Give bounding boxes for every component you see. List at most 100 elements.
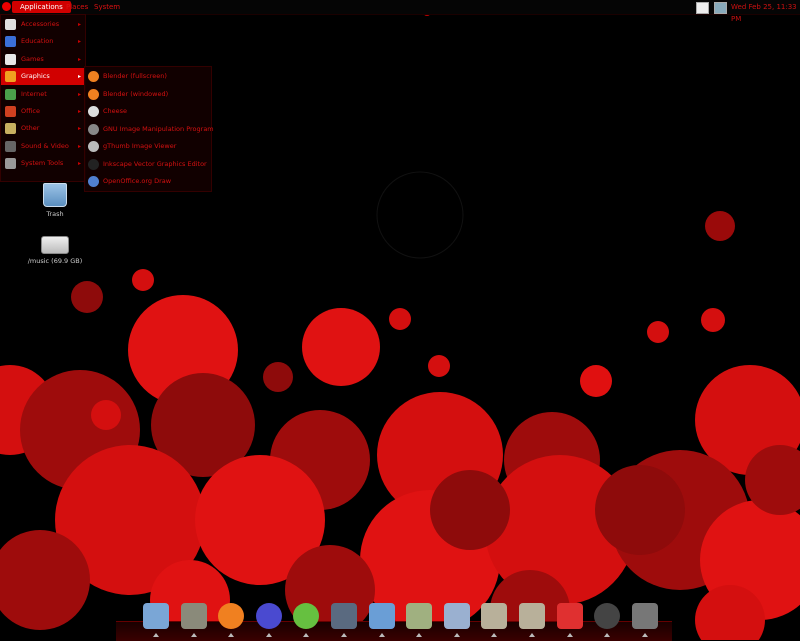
dock-running-indicator (416, 633, 423, 637)
gimp-icon (88, 123, 99, 135)
graphics-menu-item-3[interactable]: GNU Image Manipulation Program (85, 121, 214, 138)
dock-running-indicator (641, 633, 648, 637)
trash-icon (43, 183, 67, 207)
graphics-menu-item-label: Blender (fullscreen) (103, 72, 167, 80)
dock-running-indicator (341, 633, 347, 637)
apps-menu-item-office[interactable]: Office ▸ (1, 103, 85, 120)
apps-menu-item-graphics[interactable]: Graphics ▸ (1, 68, 85, 86)
submenu-arrow-icon: ▸ (77, 73, 81, 81)
dock-terminal-icon[interactable] (631, 603, 658, 629)
apps-menu-item-label: Office (21, 107, 40, 115)
apps-menu-item-other[interactable]: Other ▸ (1, 120, 85, 137)
education-icon (5, 36, 16, 48)
dock-running-indicator (303, 633, 310, 637)
panel-clock[interactable]: Wed Feb 25, 11:33 PM (731, 1, 800, 25)
dock-floppy-save-icon[interactable] (143, 603, 169, 629)
applications-menu: Accessories ▸ Education ▸ Games ▸ Graphics ▸ Int… (0, 14, 86, 182)
dock-blender-icon[interactable] (218, 603, 245, 629)
apps-menu-item-label: Accessories (21, 20, 60, 28)
volume-icon[interactable] (714, 2, 727, 14)
trash-label: Trash (46, 210, 64, 218)
graphics-menu-item-0[interactable]: Blender (fullscreen) (85, 68, 211, 85)
graphics-icon (5, 71, 16, 83)
music-drive-desktop-icon[interactable]: /music (69.9 GB) (25, 236, 85, 265)
submenu-arrow-icon: ▸ (77, 160, 81, 168)
dock-running-indicator (491, 633, 498, 637)
graphics-menu-item-label: GNU Image Manipulation Program (103, 124, 214, 133)
accessories-icon (5, 19, 16, 30)
graphics-menu-item-label: OpenOffice.org Draw (103, 177, 172, 185)
graphics-menu-item-5[interactable]: Inkscape Vector Graphics Editor (85, 156, 211, 173)
network-icon[interactable] (696, 2, 709, 14)
sound-video-icon (5, 140, 16, 152)
dock-running-indicator (265, 633, 272, 637)
graphics-menu-item-2[interactable]: Cheese (85, 103, 211, 120)
submenu-arrow-icon: ▸ (77, 55, 81, 63)
dock-running-indicator (529, 633, 535, 637)
dock-running-indicator (378, 633, 385, 637)
submenu-arrow-icon: ▸ (77, 38, 81, 46)
graphics-menu-item-label: Inkscape Vector Graphics Editor (103, 159, 207, 168)
dock-power-icon[interactable] (594, 603, 621, 629)
apps-menu-item-label: Sound & Video (21, 141, 69, 150)
dock-media-player-icon[interactable] (443, 603, 470, 629)
applications-menu-button[interactable]: Applications (12, 1, 71, 13)
blender-icon (88, 88, 99, 100)
cheese-icon (88, 106, 99, 117)
apps-menu-item-accessories[interactable]: Accessories ▸ (1, 16, 85, 33)
apps-menu-item-system-tools[interactable]: System Tools ▸ (1, 155, 85, 172)
apps-menu-item-education[interactable]: Education ▸ (1, 33, 85, 50)
internet-icon (5, 88, 16, 100)
apps-menu-item-label: Other (21, 124, 40, 133)
submenu-arrow-icon: ▸ (77, 125, 81, 133)
dock-shield-icon[interactable] (331, 603, 357, 629)
dock-folder-icon[interactable] (481, 603, 508, 629)
submenu-arrow-icon: ▸ (77, 142, 81, 150)
submenu-arrow-icon: ▸ (77, 21, 81, 28)
top-panel: Applications Places System Wed Feb 25, 1… (0, 0, 800, 23)
dock-running-indicator (190, 633, 197, 637)
drive-label: /music (69.9 GB) (27, 257, 83, 265)
apps-menu-item-internet[interactable]: Internet ▸ (1, 86, 85, 103)
blender-icon (88, 71, 99, 82)
dock-image-viewer-icon[interactable] (368, 603, 395, 629)
other-icon (5, 123, 16, 135)
places-menu-button[interactable]: Places (66, 1, 88, 13)
submenu-arrow-icon: ▸ (77, 108, 81, 115)
apps-menu-item-label: Internet (21, 89, 47, 98)
graphics-submenu: Blender (fullscreen) Blender (windowed) Ch… (84, 66, 214, 192)
ooo-draw-icon (88, 176, 99, 187)
system-menu-button[interactable]: System (94, 1, 120, 13)
system-tools-icon (5, 158, 16, 170)
office-icon (5, 106, 16, 117)
dock-running-indicator (453, 633, 460, 637)
dock-running-indicator (566, 633, 573, 637)
apps-menu-item-label: Graphics (21, 72, 50, 81)
dock-gimp-icon[interactable] (180, 603, 207, 629)
distro-logo-icon[interactable] (2, 2, 11, 11)
dock-inkscape-icon[interactable] (255, 603, 282, 629)
dock-folder-icon-2[interactable] (519, 603, 545, 629)
graphics-menu-item-1[interactable]: Blender (windowed) (85, 86, 211, 103)
apps-menu-item-games[interactable]: Games ▸ (1, 51, 85, 68)
trash-desktop-icon[interactable]: Trash (35, 183, 75, 218)
gthumb-icon (88, 141, 99, 152)
apps-menu-item-label: Games (21, 54, 44, 63)
submenu-arrow-icon: ▸ (77, 90, 81, 98)
dock-running-indicator (604, 633, 611, 637)
dock-running-indicator (153, 633, 159, 637)
dock-calculator-icon[interactable] (406, 603, 433, 629)
apps-menu-item-label: Education (21, 37, 54, 46)
drive-icon (41, 236, 69, 254)
apps-menu-item-sound-video[interactable]: Sound & Video ▸ (1, 138, 85, 155)
graphics-menu-item-label: gThumb Image Viewer (103, 142, 177, 150)
graphics-menu-item-6[interactable]: OpenOffice.org Draw (85, 173, 211, 190)
graphics-menu-item-4[interactable]: gThumb Image Viewer (85, 138, 211, 155)
dock-running-indicator (228, 633, 235, 637)
inkscape-icon (88, 158, 99, 170)
dock-gnome-foot-icon[interactable] (556, 603, 583, 629)
graphics-menu-item-label: Blender (windowed) (103, 89, 169, 98)
graphics-menu-item-label: Cheese (103, 107, 128, 115)
apps-menu-item-label: System Tools (21, 159, 64, 168)
games-icon (5, 53, 16, 65)
